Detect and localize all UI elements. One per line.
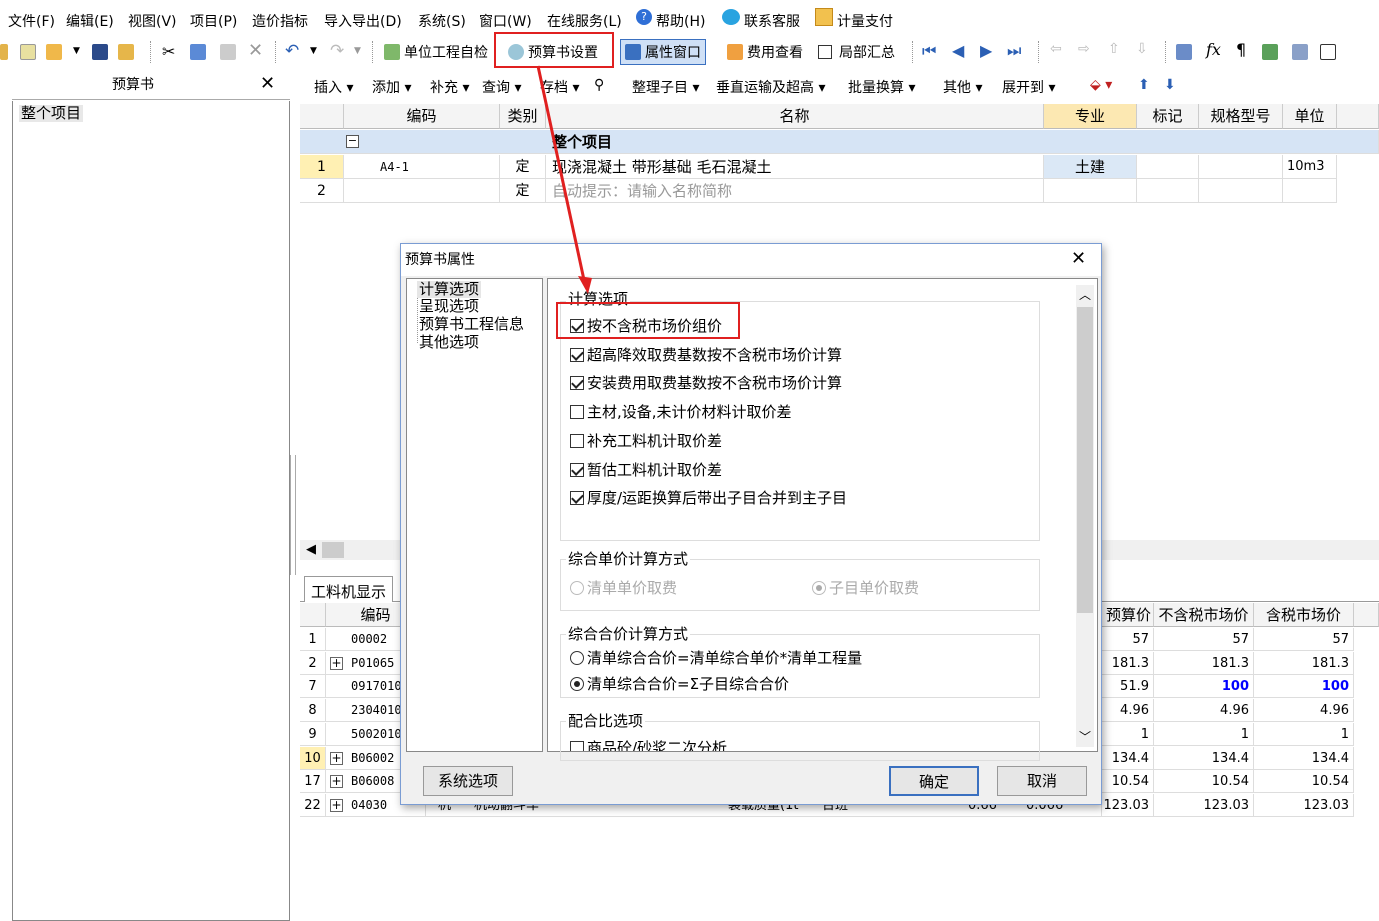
annotation-arrow xyxy=(536,65,592,294)
